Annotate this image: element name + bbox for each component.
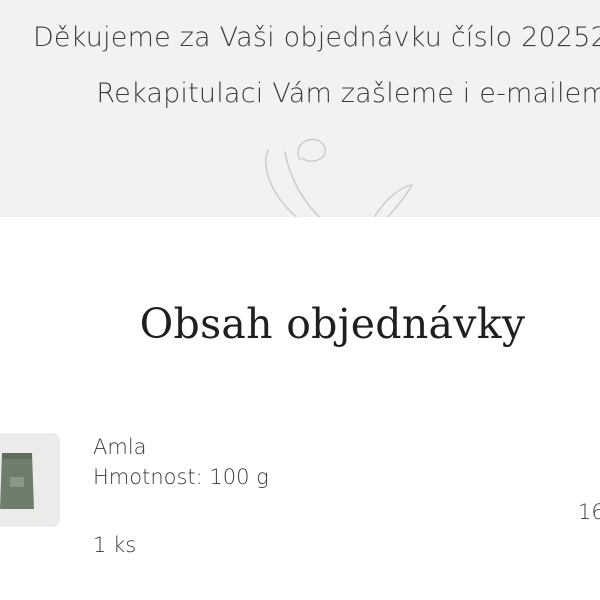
product-bag-image <box>0 453 34 509</box>
product-weight: Hmotnost: 100 g <box>93 465 269 489</box>
thank-you-banner: Děkujeme za Vaši objednávku číslo 20252 … <box>0 0 600 217</box>
product-quantity: 1 ks <box>93 533 137 557</box>
product-price: 16 <box>578 500 600 524</box>
email-notice-text: Rekapitulaci Vám zašleme i e-mailem <box>96 78 600 109</box>
order-confirmation-page: Děkujeme za Vaši objednávku číslo 20252 … <box>0 0 600 600</box>
product-thumbnail[interactable] <box>0 433 60 527</box>
decorative-plant-illustration <box>265 138 413 217</box>
product-name[interactable]: Amla <box>93 435 147 459</box>
order-contents-title: Obsah objednávky <box>139 300 526 348</box>
thank-you-heading: Děkujeme za Vaši objednávku číslo 20252 <box>32 22 600 53</box>
